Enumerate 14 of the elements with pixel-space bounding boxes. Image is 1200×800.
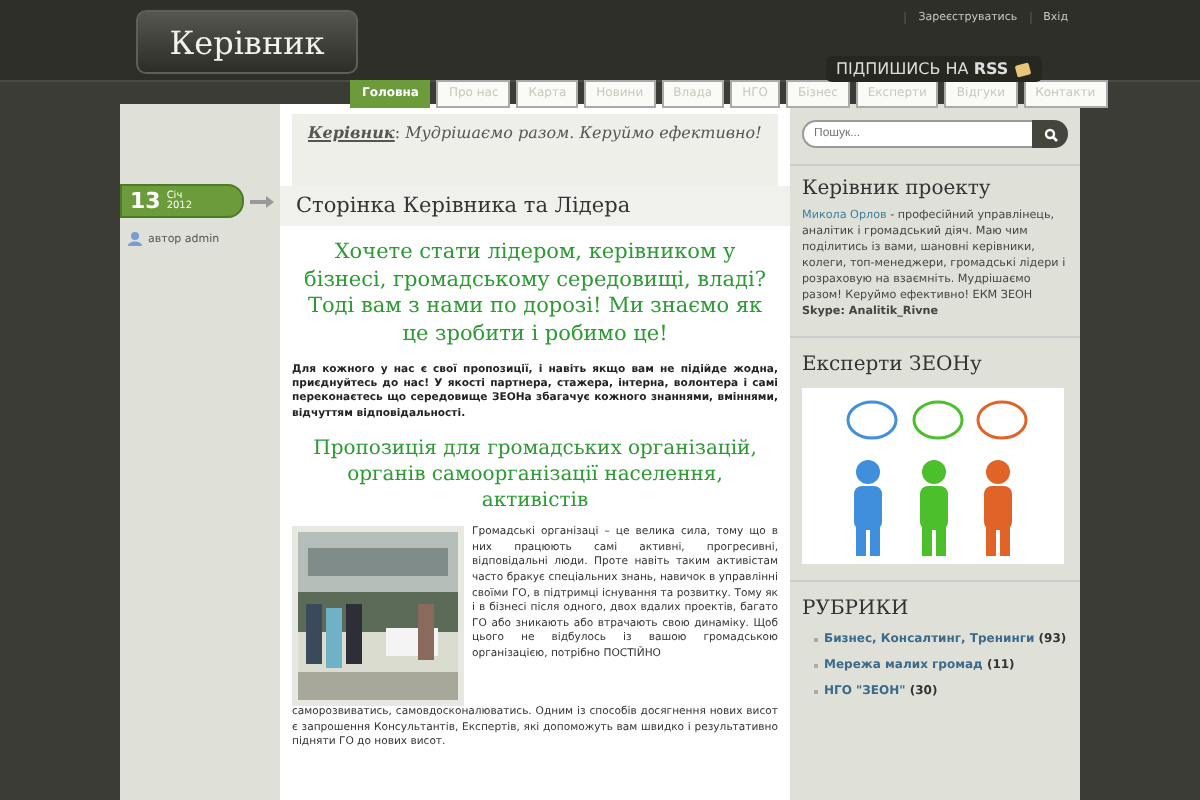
widget-title: Експерти ЗЕОНу — [802, 354, 984, 376]
search-button[interactable] — [1032, 120, 1068, 148]
heading: Пропозиція для громадських організацій, органів самоорганізації населення, активістів — [311, 436, 759, 515]
tagline: Керівник: Мудрішаємо разом. Керуймо ефективно! — [292, 114, 778, 186]
widget-title: РУБРИКИ — [802, 598, 911, 620]
site-logo[interactable]: Керівник — [136, 10, 358, 74]
search-icon — [1043, 127, 1057, 141]
user-icon — [128, 232, 142, 246]
heading: Хочете стати лідером, керівником у бізнесі, громадському середовищі, владі? Тоді вам з нами по дорозі! Ми знаємо як це зробити і робимо це! — [302, 240, 768, 350]
page-title: Сторінка Керівника та Лідера — [280, 186, 790, 226]
widget-title: Керівник проекту — [802, 178, 993, 200]
rss-icon — [1014, 61, 1033, 77]
rss-subscribe-link[interactable]: ПІДПИШИСЬ НА RSS — [826, 56, 1043, 82]
arrow-icon — [250, 195, 274, 207]
